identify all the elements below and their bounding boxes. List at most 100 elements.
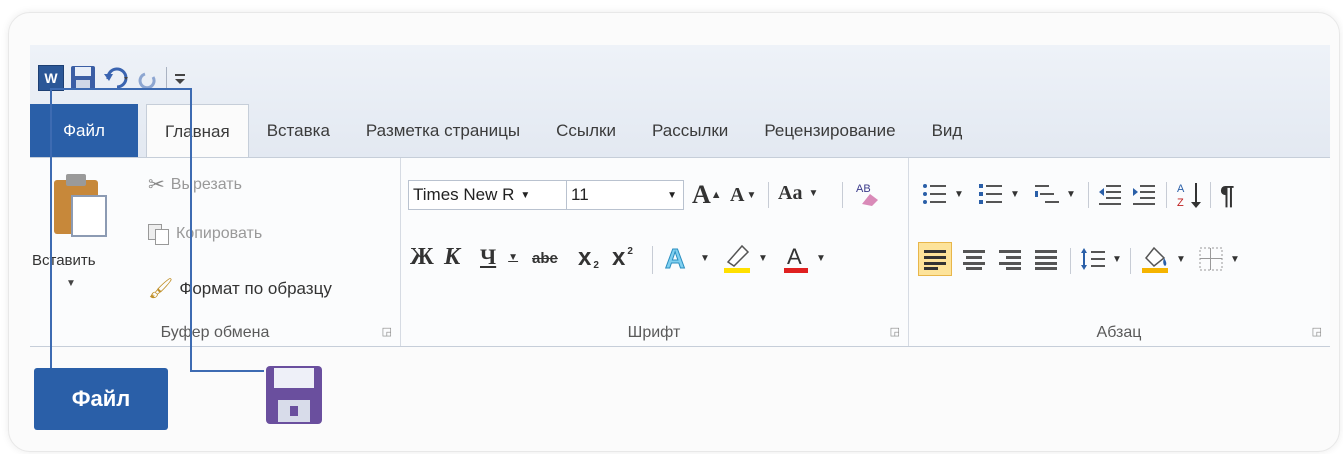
align-center-button[interactable] [962,248,986,270]
superscript-glyph: x [612,244,626,271]
numbering-icon [979,184,1002,204]
bullets-icon [923,184,946,204]
paragraph-group-label: Абзац [1096,324,1142,341]
bold-glyph: Ж [410,244,434,270]
subscript-marker: 2 [593,259,599,271]
line-spacing-button[interactable]: ▼ [1080,246,1122,272]
sort-az-icon: A Z [1177,183,1201,209]
copy-icon [148,224,170,245]
chevron-down-icon: ▼ [816,252,826,264]
bold-button[interactable]: Ж [410,244,434,271]
tab-mailings[interactable]: Рассылки [634,104,746,158]
qat-separator [166,67,167,89]
clear-formatting-button[interactable]: AB [852,178,884,208]
font-color-button[interactable]: A ▼ [782,242,826,274]
tab-home[interactable]: Главная [146,104,249,158]
bullets-button[interactable]: ▼ [922,182,964,206]
text-effects-button[interactable]: A ▼ [662,242,710,275]
font-dialog-launcher[interactable]: ◲ [890,325,900,338]
align-left-button[interactable] [918,242,952,276]
svg-text:A: A [1177,183,1185,195]
shading-button[interactable]: ▼ [1140,244,1186,274]
subscript-glyph: x [578,244,592,271]
increase-indent-button[interactable] [1132,182,1156,206]
underline-glyph: Ч [480,244,497,269]
chevron-down-icon: ▼ [954,188,964,200]
grow-font-button[interactable]: A ▲ [692,180,722,210]
chevron-down-icon [175,74,185,84]
italic-glyph: К [444,244,461,270]
clipboard-icon [54,174,107,237]
superscript-button[interactable]: x2 [612,244,633,272]
paste-button[interactable]: Вставить ▼ [32,166,120,296]
align-right-button[interactable] [998,248,1022,270]
caret-down-icon: ▼ [746,190,757,201]
callout-line-file-top [50,88,190,90]
change-case-button[interactable]: Aa ▼ [778,182,818,205]
paragraph-group: ▼ ▼ ▼ A Z ¶ ▼ ▼ ▼ Абзац ◲ [908,158,1330,346]
file-button-callout-label: Файл [71,386,131,411]
save-icon [266,366,322,424]
font-name-combo[interactable]: Times New R ▼ [408,180,568,210]
save-button-callout [264,364,324,431]
paragraph-dialog-launcher[interactable]: ◲ [1312,325,1322,338]
justify-button[interactable] [1034,248,1058,270]
tab-insert[interactable]: Вставка [249,104,348,158]
line-spacing-icon [1081,248,1105,270]
separator [842,182,843,208]
align-center-icon [963,250,985,270]
svg-text:A: A [787,244,802,269]
brush-icon: 🖌 [148,278,174,300]
font-color-icon: A [784,244,808,273]
superscript-marker: 2 [627,245,633,257]
align-left-icon [924,250,946,270]
clipboard-group-label: Буфер обмена [160,324,270,341]
clipboard-group: Вставить ▼ ✂ Вырезать Копировать 🖌 Форма… [30,158,401,346]
sort-button[interactable]: A Z [1176,180,1204,210]
align-right-icon [999,250,1021,270]
format-painter-button[interactable]: 🖌 Формат по образцу [148,276,332,301]
strikethrough-button[interactable]: abe [532,250,558,267]
scissors-icon: ✂ [148,174,165,196]
separator [1166,182,1167,208]
tab-references[interactable]: Ссылки [538,104,634,158]
clipboard-dialog-launcher[interactable]: ◲ [382,325,392,338]
svg-text:Z: Z [1177,197,1184,209]
chevron-down-icon: ▼ [520,189,531,201]
callout-line-save-horizontal [190,370,264,372]
highlight-button[interactable]: ▼ [722,242,768,274]
separator [1210,182,1211,208]
shrink-font-glyph: A [730,184,745,206]
borders-button[interactable]: ▼ [1198,246,1240,272]
tab-review[interactable]: Рецензирование [746,104,913,158]
grow-font-glyph: A [692,180,711,209]
italic-button[interactable]: К [444,244,460,271]
borders-icon [1199,247,1223,271]
cut-button[interactable]: ✂ Вырезать [148,172,242,197]
tab-view[interactable]: Вид [914,104,981,158]
font-size-value: 11 [571,185,589,204]
multilevel-list-button[interactable]: ▼ [1034,182,1076,206]
ribbon-tabs: Файл Главная Вставка Разметка страницы С… [30,104,980,158]
copy-button[interactable]: Копировать [148,224,262,245]
chevron-down-icon: ▼ [1176,253,1186,265]
decrease-indent-button[interactable] [1098,182,1122,206]
increase-indent-icon [1133,185,1155,205]
show-formatting-marks-button[interactable]: ¶ [1220,180,1234,211]
subscript-button[interactable]: x2 [578,244,599,272]
chevron-down-icon: ▼ [808,188,819,199]
tab-page-layout[interactable]: Разметка страницы [348,104,538,158]
justify-icon [1035,250,1057,270]
font-group-label: Шрифт [627,324,681,341]
chevron-down-icon: ▼ [1112,253,1122,265]
shrink-font-button[interactable]: A ▼ [730,184,756,207]
font-size-combo[interactable]: 11 ▼ [566,180,684,210]
numbering-button[interactable]: ▼ [978,182,1020,206]
ribbon-home-panel: Вставить ▼ ✂ Вырезать Копировать 🖌 Форма… [30,157,1330,347]
paste-dropdown-arrow[interactable]: ▼ [66,278,76,289]
separator [1130,248,1131,274]
underline-button[interactable]: Ч ▼ [480,244,518,270]
chevron-down-icon: ▼ [700,252,710,264]
separator [652,246,653,274]
tab-file[interactable]: Файл [30,104,138,158]
